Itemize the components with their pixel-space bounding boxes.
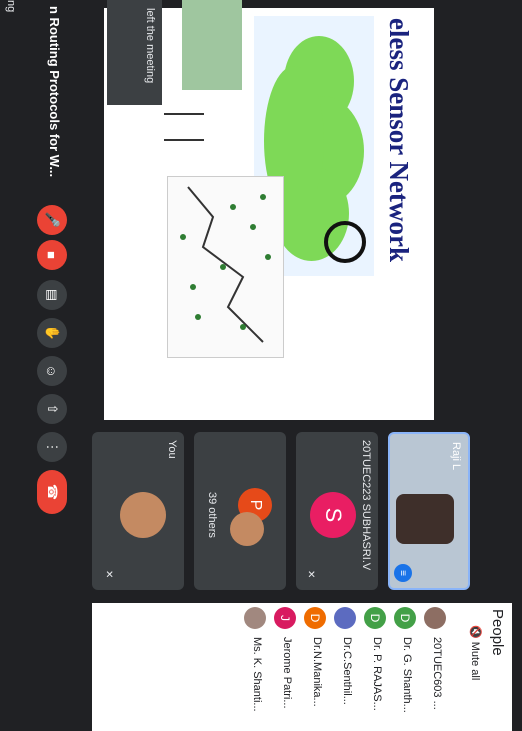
mute-all-label: Mute all <box>469 641 481 681</box>
present-icon: ⇧ <box>45 403 60 415</box>
emoji-icon: ☺ <box>44 364 60 378</box>
participant-name: Jerome Patri... <box>281 637 293 709</box>
participant-name: Dr.N.Manika... <box>311 637 323 707</box>
captions-icon: ▤ <box>45 288 60 302</box>
routing-diagram <box>167 176 284 358</box>
more-options-button[interactable]: ⋮ <box>37 432 67 462</box>
mic-icon: 🔇 <box>469 625 481 639</box>
camera-off-button[interactable]: ■ <box>37 240 67 270</box>
slide-title: eless Sensor Network <box>384 18 414 262</box>
participant-name: Ms. K. Shanti... <box>251 637 263 712</box>
tile-student-label: 20TUEC223 SUBHASRI.V <box>360 440 372 571</box>
participant-avatar <box>334 607 356 629</box>
more-icon: ⋮ <box>45 440 60 454</box>
mic-off-icon: ✕ <box>305 570 316 579</box>
captions-button[interactable]: ▤ <box>37 280 67 310</box>
end-call-button[interactable]: ☎ <box>37 470 67 514</box>
participant-name: 20TUEC603 ... <box>431 637 443 710</box>
people-title: People <box>489 609 506 656</box>
tile-you-label: You <box>166 440 178 459</box>
tile-others[interactable]: 39 others P <box>194 432 286 590</box>
participant-name: Dr. G. Shanth... <box>401 637 413 713</box>
tower-icon <box>164 113 204 141</box>
participant-avatar <box>424 607 446 629</box>
participant-avatar: D <box>364 607 386 629</box>
mic-off-button[interactable]: 🎤 <box>37 205 67 235</box>
participant-avatar <box>244 607 266 629</box>
avatar <box>120 492 166 538</box>
mic-off-icon: ✕ <box>103 570 114 579</box>
participant-avatar: D <box>304 607 326 629</box>
mute-all-button[interactable]: 🔇 Mute all <box>469 625 482 680</box>
participant-avatar: J <box>274 607 296 629</box>
camera-off-icon: ■ <box>44 251 60 259</box>
avatar-initial: S <box>310 492 356 538</box>
left-meeting-toast: left the meeting <box>107 0 162 105</box>
magnifier-icon <box>324 221 366 263</box>
toast-text: left the meeting <box>144 8 156 84</box>
participant-row[interactable]: Dr.C.Senthil... <box>330 607 360 727</box>
participant-row[interactable]: 20TUEC603 ... <box>420 607 450 727</box>
present-button[interactable]: ⇧ <box>37 394 67 424</box>
tile-you[interactable]: You ✕ <box>92 432 184 590</box>
photo-frame: eless Sensor Network left the meeting Yo… <box>0 0 522 731</box>
speaking-indicator-icon: ≡ <box>394 564 412 582</box>
tile-student[interactable]: 20TUEC223 SUBHASRI.V S ✕ <box>296 432 378 590</box>
participant-name: Dr. P. RAJAS... <box>371 637 383 711</box>
avatar <box>230 512 264 546</box>
meet-screen: eless Sensor Network left the meeting Yo… <box>0 0 522 731</box>
tile-others-label: 39 others <box>206 492 218 538</box>
tile-speaker-label: Raji L <box>450 442 462 471</box>
participant-avatar: D <box>394 607 416 629</box>
phone-hangup-icon: ☎ <box>45 483 60 501</box>
map-thumbnail <box>182 0 242 90</box>
raise-hand-button[interactable]: ✋ <box>37 318 67 348</box>
hand-icon: ✋ <box>45 324 60 342</box>
participant-row[interactable]: D Dr.N.Manika... <box>300 607 330 727</box>
participant-name: Dr.C.Senthil... <box>341 637 353 705</box>
speaker-video <box>396 494 454 544</box>
routing-path-icon <box>180 186 271 343</box>
participant-row[interactable]: D Dr. P. RAJAS... <box>360 607 390 727</box>
partial-label: ng <box>5 0 17 13</box>
participant-row[interactable]: Ms. K. Shanti... <box>240 607 270 727</box>
participant-row[interactable]: D Dr. G. Shanth... <box>390 607 420 727</box>
participant-row[interactable]: J Jerome Patri... <box>270 607 300 727</box>
tile-speaker[interactable]: Raji L ≡ <box>388 432 470 590</box>
control-bar: n Routing Protocols for W... 🎤 ■ ▤ ✋ ☺ ⇧… <box>0 0 92 731</box>
emoji-button[interactable]: ☺ <box>37 356 67 386</box>
mic-off-icon: 🎤 <box>45 211 60 229</box>
meeting-title: n Routing Protocols for W... <box>47 6 62 178</box>
